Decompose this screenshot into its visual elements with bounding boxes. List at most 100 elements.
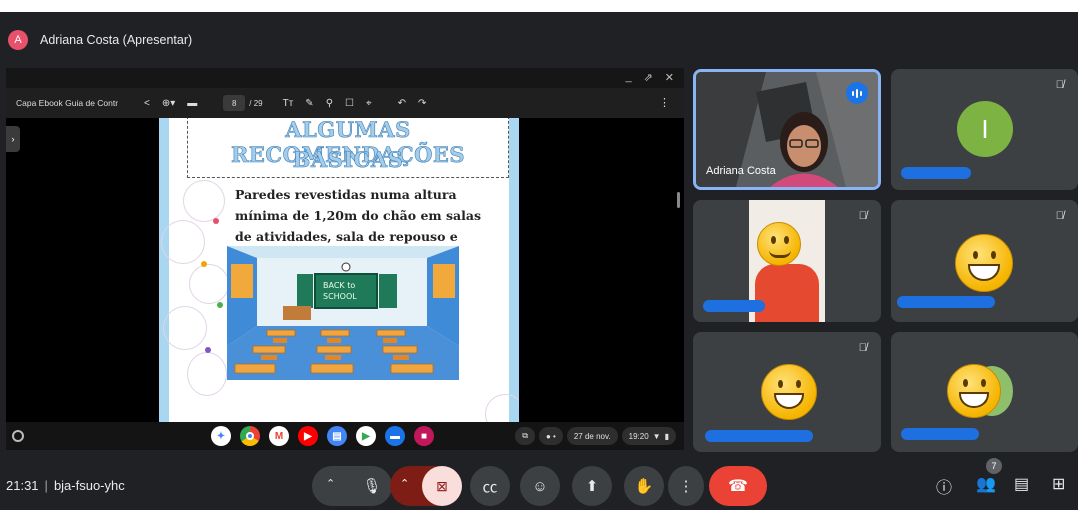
system-tray: ⧉ ● • 27 de nov. 19:20 ▼ ▮ (515, 427, 676, 445)
decorative-circle (161, 220, 205, 264)
decorative-circle (163, 306, 207, 350)
redo-icon[interactable]: ↷ (418, 98, 426, 109)
present-screen-button[interactable]: ⬆ (572, 466, 612, 506)
notification-icon[interactable]: ● • (539, 427, 563, 445)
os-taskbar: ✦ M ▶ ▤ ▶ ▬ ■ ⧉ ● • 27 de nov. 19:20 ▼ ▮ (6, 422, 684, 450)
participant-tile[interactable] (891, 332, 1078, 452)
decorative-dot (217, 302, 223, 308)
top-margin (0, 0, 1078, 12)
meeting-details-icon[interactable]: ⓘ (936, 474, 952, 498)
title-box: ALGUMAS RECOMENDAÇÕES BÁSICAS (187, 118, 509, 178)
play-store-icon[interactable]: ▶ (356, 426, 376, 446)
crop-icon[interactable]: ⌖ (366, 98, 372, 109)
battery-icon: ▮ (664, 431, 669, 441)
wifi-icon: ▼ (652, 431, 661, 441)
slide-title-line2: BÁSICAS (292, 147, 404, 173)
page-content: ALGUMAS RECOMENDAÇÕES BÁSICAS Paredes re… (161, 118, 519, 422)
gmail-icon[interactable]: M (269, 426, 289, 446)
page-total: / 29 (249, 98, 263, 108)
mic-muted-icon: 🎙̸ (858, 210, 867, 222)
mic-muted-icon: 🎙̸ (858, 342, 867, 354)
emoji-avatar (955, 234, 1013, 292)
board-text-line2: SCHOOL (323, 292, 357, 301)
app-dock: ✦ M ▶ ▤ ▶ ▬ ■ (211, 426, 434, 446)
share-icon[interactable]: < (144, 98, 150, 109)
screen-capture-icon[interactable]: ⧉ (515, 427, 535, 445)
more-options-button[interactable]: ⋮ (668, 466, 704, 506)
highlight-icon[interactable]: ⚲ (326, 98, 333, 109)
minimize-icon[interactable]: _ (625, 71, 631, 84)
mic-muted-icon: 🎙̸ (1055, 79, 1064, 91)
participant-count-badge: 7 (986, 458, 1002, 474)
meeting-code: bja-fsuo-yhc (53, 478, 125, 493)
presenter-label: Adriana Costa (Apresentar) (40, 33, 193, 47)
youtube-icon[interactable]: ▶ (298, 426, 318, 446)
more-options-icon[interactable]: ⋮ (659, 96, 670, 109)
participant-tile[interactable]: 🎙̸ I (891, 69, 1078, 190)
tray-time-status[interactable]: 19:20 ▼ ▮ (621, 427, 676, 445)
document-page: ALGUMAS RECOMENDAÇÕES BÁSICAS Paredes re… (159, 118, 519, 422)
emoji-avatar (761, 364, 817, 420)
activities-icon[interactable]: ⊞ (1052, 474, 1065, 494)
chrome-icon[interactable] (240, 426, 260, 446)
decorative-dot (213, 218, 219, 224)
document-viewer: › ALGUMAS RECOMENDAÇÕES BÁSICAS Paredes … (6, 118, 684, 422)
files-icon[interactable]: ▬ (385, 426, 405, 446)
meeting-controls: 21:31 | bja-fsuo-yhc ⌃ 🎙 ⌃ ⊠ ㏄ ☺ ⬆ ✋ ⋮ ☎ ⓘ… (0, 458, 1078, 510)
decorative-circle (183, 180, 225, 222)
participant-tile[interactable]: 🎙̸ (891, 200, 1078, 322)
presenter-bar: A Adriana Costa (Apresentar) (8, 28, 192, 52)
scrollbar-thumb[interactable] (677, 192, 680, 208)
captions-button[interactable]: ㏄ (470, 466, 510, 506)
decorative-circle (187, 352, 227, 396)
undo-icon[interactable]: ↶ (398, 98, 406, 109)
participant-tile[interactable]: 🎙̸ (693, 200, 881, 322)
draw-icon[interactable]: ✎ (305, 98, 313, 109)
comment-icon[interactable]: ☐ (345, 98, 354, 109)
close-icon[interactable]: ✕ (665, 71, 674, 84)
chat-icon[interactable]: ▤ (1014, 474, 1029, 494)
decorative-dot (201, 261, 207, 267)
redacted-name (897, 296, 995, 308)
emoji-avatar (947, 364, 1001, 418)
camera-off-button[interactable]: ⊠ (422, 466, 462, 506)
presenter-avatar: A (8, 30, 28, 50)
camera-control: ⌃ ⊠ (390, 466, 462, 506)
shared-screen: _ ⇗ ✕ Capa Ebook Guia de Contr < ⊕▾ ▬ 8 … (6, 68, 684, 450)
participant-avatar: I (957, 101, 1013, 157)
pdf-toolbar: Capa Ebook Guia de Contr < ⊕▾ ▬ 8 / 29 T… (6, 88, 684, 118)
app-icon[interactable]: ■ (414, 426, 434, 446)
mic-muted-icon: 🎙̸ (1055, 210, 1064, 222)
participant-tile[interactable]: 🎙̸ (693, 332, 881, 452)
tray-date[interactable]: 27 de nov. (566, 427, 618, 445)
print-icon[interactable]: ▬ (187, 98, 197, 109)
assistant-icon[interactable]: ✦ (211, 426, 231, 446)
meeting-info: 21:31 | bja-fsuo-yhc (6, 478, 125, 493)
board-text-line1: BACK to (323, 281, 355, 290)
docs-icon[interactable]: ▤ (327, 426, 347, 446)
redacted-name (703, 300, 765, 312)
emoji-avatar (757, 222, 801, 266)
camera-options-chevron-icon[interactable]: ⌃ (400, 477, 409, 490)
mic-control: ⌃ 🎙 (312, 466, 392, 506)
end-call-button[interactable]: ☎ (709, 466, 767, 506)
zoom-icon[interactable]: ⊕▾ (162, 98, 175, 109)
meet-window: A Adriana Costa (Apresentar) _ ⇗ ✕ Capa … (0, 0, 1078, 510)
page-number-input[interactable]: 8 (223, 95, 246, 111)
launcher-icon[interactable] (12, 430, 24, 442)
participant-tile[interactable]: Adriana Costa (693, 69, 881, 190)
sidebar-toggle-icon[interactable]: › (6, 126, 20, 152)
text-icon[interactable]: Tт (283, 98, 294, 109)
decorative-dot (205, 347, 211, 353)
mic-options-chevron-icon[interactable]: ⌃ (326, 477, 335, 490)
redacted-name (901, 167, 971, 179)
raise-hand-button[interactable]: ✋ (624, 466, 664, 506)
decorative-circle (189, 264, 229, 304)
shared-window-titlebar: _ ⇗ ✕ (6, 68, 684, 88)
emoji-reactions-button[interactable]: ☺ (520, 466, 560, 506)
people-icon[interactable]: 👥 (976, 474, 996, 494)
redacted-name (705, 430, 813, 442)
microphone-button[interactable]: 🎙 (352, 466, 392, 506)
document-title: Capa Ebook Guia de Contr (16, 98, 119, 108)
popout-icon[interactable]: ⇗ (644, 71, 653, 84)
